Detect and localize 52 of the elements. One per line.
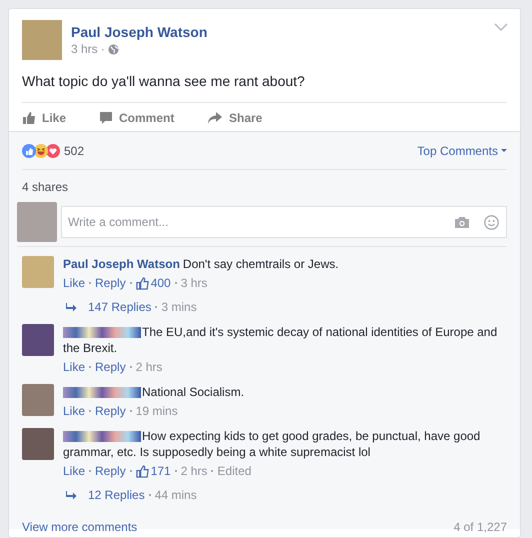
- like-link[interactable]: Like: [63, 403, 86, 419]
- commenter-name[interactable]: Paul Joseph Watson: [63, 256, 180, 272]
- reply-arrow-icon: [66, 302, 77, 312]
- reaction-count[interactable]: 502: [64, 142, 84, 160]
- reaction-icons[interactable]: [22, 144, 60, 158]
- thumbs-up-icon: [136, 276, 149, 290]
- globe-icon: [108, 44, 119, 54]
- reply-link[interactable]: Reply: [95, 359, 126, 375]
- top-comments-dropdown[interactable]: Top Comments: [417, 142, 498, 160]
- reply-arrow-icon: [66, 490, 77, 500]
- thumbs-up-icon: [136, 464, 149, 478]
- emoji-icon[interactable]: [484, 215, 499, 230]
- chevron-down-icon[interactable]: [494, 23, 508, 31]
- view-more-comments-link[interactable]: View more comments: [22, 518, 138, 536]
- avatar-photo: [17, 202, 57, 242]
- avatar-photo[interactable]: [22, 384, 54, 416]
- edited-label[interactable]: Edited: [217, 463, 252, 479]
- avatar-photo[interactable]: [22, 20, 62, 60]
- avatar-photo[interactable]: [22, 256, 54, 288]
- comment-count: 4 of 1,227: [454, 519, 507, 536]
- caret-icon: [501, 148, 507, 152]
- avatar-photo[interactable]: [22, 324, 54, 356]
- share-arrow-icon: [207, 110, 223, 124]
- comment-time[interactable]: 2 hrs: [180, 463, 208, 479]
- like-link[interactable]: Like: [63, 275, 86, 291]
- like-count[interactable]: 400: [136, 275, 171, 291]
- author-name[interactable]: Paul Joseph Watson: [71, 23, 208, 41]
- like-link[interactable]: Like: [63, 463, 86, 479]
- shares-count[interactable]: 4 shares: [22, 170, 507, 195]
- comment-input[interactable]: Write a comment...: [61, 206, 507, 238]
- replies-link[interactable]: 147 Replies: [88, 299, 152, 315]
- reply-link[interactable]: Reply: [95, 463, 126, 479]
- separator: ·: [100, 41, 105, 57]
- replies-link[interactable]: 12 Replies: [88, 487, 145, 503]
- thumbs-up-icon: [22, 110, 36, 124]
- speech-bubble-icon: [99, 110, 113, 124]
- reply-time: 3 mins: [161, 299, 197, 315]
- post-time[interactable]: 3 hrs: [71, 41, 98, 57]
- post-text: What topic do ya'll wanna see me rant about?: [22, 72, 306, 91]
- comment-time[interactable]: 2 hrs: [136, 359, 162, 375]
- comment-time[interactable]: 3 hrs: [180, 275, 208, 291]
- avatar-photo[interactable]: [22, 428, 54, 460]
- reply-link[interactable]: Reply: [95, 275, 126, 291]
- action-button[interactable]: Comment: [99, 106, 207, 130]
- action-button[interactable]: Like: [22, 106, 99, 130]
- comment-text: Don't say chemtrails or Jews.: [182, 256, 339, 272]
- reply-link[interactable]: Reply: [95, 403, 126, 419]
- reply-time: 44 mins: [154, 487, 197, 503]
- comment-time[interactable]: 19 mins: [136, 403, 178, 419]
- like-link[interactable]: Like: [63, 359, 86, 375]
- like-count[interactable]: 171: [136, 463, 171, 479]
- action-button[interactable]: Share: [207, 106, 307, 130]
